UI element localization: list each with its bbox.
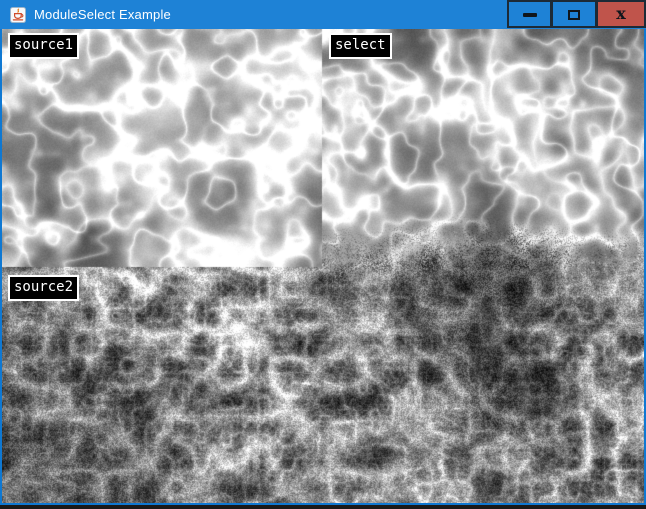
render-area: source1 select source2	[2, 29, 644, 503]
label-source2: source2	[8, 275, 79, 301]
close-button[interactable]: x	[597, 0, 646, 28]
maximize-icon	[568, 10, 580, 20]
maximize-button[interactable]	[552, 0, 597, 28]
minimize-button[interactable]	[507, 0, 552, 28]
noise-render-canvas	[2, 29, 644, 503]
label-source1: source1	[8, 33, 79, 59]
window-border-left[interactable]	[0, 29, 2, 505]
minimize-icon	[523, 13, 537, 17]
close-icon: x	[616, 6, 626, 22]
window-controls: x	[507, 0, 646, 29]
titlebar[interactable]: ModuleSelect Example x	[0, 0, 646, 29]
label-select: select	[329, 33, 392, 59]
window-title: ModuleSelect Example	[34, 7, 171, 22]
app-window: ModuleSelect Example x source1 select so…	[0, 0, 646, 509]
desktop-strip	[0, 505, 646, 509]
java-app-icon	[10, 7, 26, 23]
